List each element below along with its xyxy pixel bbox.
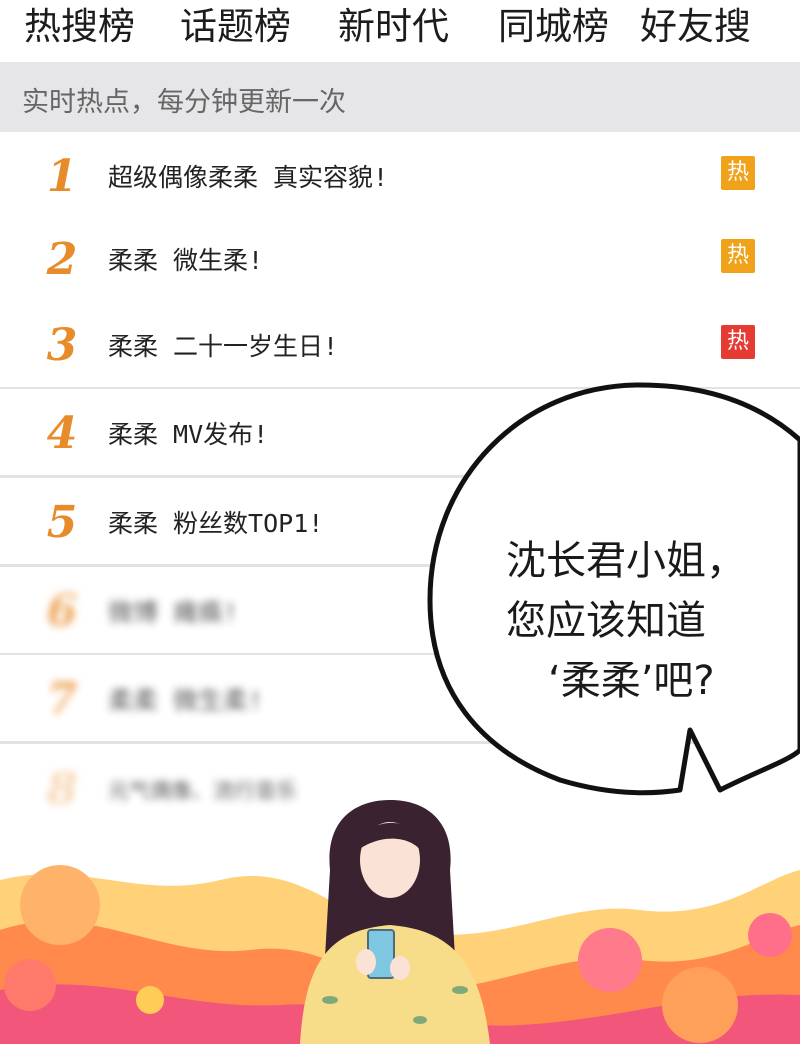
decorative-circle — [4, 959, 56, 1011]
item-title: 柔柔 二十一岁生日! — [108, 332, 339, 361]
list-item[interactable]: 1 超级偶像柔柔 真实容貌! 热 — [0, 132, 800, 221]
decorative-circle — [20, 865, 100, 945]
tab-topics[interactable]: 话题榜 — [180, 2, 291, 52]
list-item[interactable]: 3 柔柔 二十一岁生日! 热 — [0, 301, 800, 390]
rank-number: 1 — [46, 151, 78, 202]
realtime-info-bar: 实时热点，每分钟更新一次 — [0, 62, 800, 132]
speech-line-2: 您应该知道 — [506, 598, 706, 644]
decorative-wave-front — [0, 984, 800, 1044]
decorative-circle — [136, 986, 164, 1014]
rank-number: 3 — [46, 320, 78, 371]
hot-badge: 热 — [721, 325, 755, 359]
item-title: 元气偶像、流行音乐 — [108, 779, 297, 803]
item-title: 柔柔 微生柔! — [108, 246, 264, 275]
list-item[interactable]: 8 元气偶像、流行音乐 — [0, 745, 800, 831]
decorative-circle — [578, 928, 642, 992]
decorative-circle — [748, 913, 792, 957]
tab-local[interactable]: 同城榜 — [498, 2, 609, 52]
realtime-subtitle: 实时热点，每分钟更新一次 — [22, 87, 346, 118]
hot-search-tab-bar: 热搜榜 话题榜 新时代 同城榜 好友搜 — [0, 0, 800, 56]
speech-line-1: 沈长君小姐， — [506, 538, 746, 584]
decorative-wave-mid — [0, 921, 800, 1044]
speech-line-3: ‘柔柔’吧? — [548, 658, 715, 704]
tab-hot-search[interactable]: 热搜榜 — [24, 2, 135, 52]
hot-badge: 热 — [721, 239, 755, 273]
hot-badge: 热 — [721, 156, 755, 190]
list-item[interactable]: 4 柔柔 MV发布! — [0, 389, 800, 478]
rank-number: 6 — [46, 586, 78, 637]
item-title: 柔柔 粉丝数TOP1! — [108, 509, 324, 538]
rank-number: 2 — [46, 234, 78, 285]
character-illustration — [300, 800, 490, 1044]
rank-number: 8 — [46, 764, 78, 815]
rank-number: 5 — [46, 497, 78, 548]
tab-friends-search[interactable]: 好友搜 — [640, 2, 751, 52]
item-title: 超级偶像柔柔 真实容貌! — [108, 163, 389, 192]
item-title: 微博 瘫痪! — [108, 598, 239, 627]
item-title: 柔柔 MV发布! — [108, 420, 269, 449]
decorative-wave-back — [0, 870, 800, 1044]
tab-new-era[interactable]: 新时代 — [338, 2, 449, 52]
item-title: 柔柔 微生柔! — [108, 686, 264, 715]
decorative-circle — [662, 967, 738, 1043]
rank-number: 7 — [46, 674, 78, 725]
rank-number: 4 — [46, 408, 78, 459]
list-item[interactable]: 2 柔柔 微生柔! 热 — [0, 215, 800, 304]
